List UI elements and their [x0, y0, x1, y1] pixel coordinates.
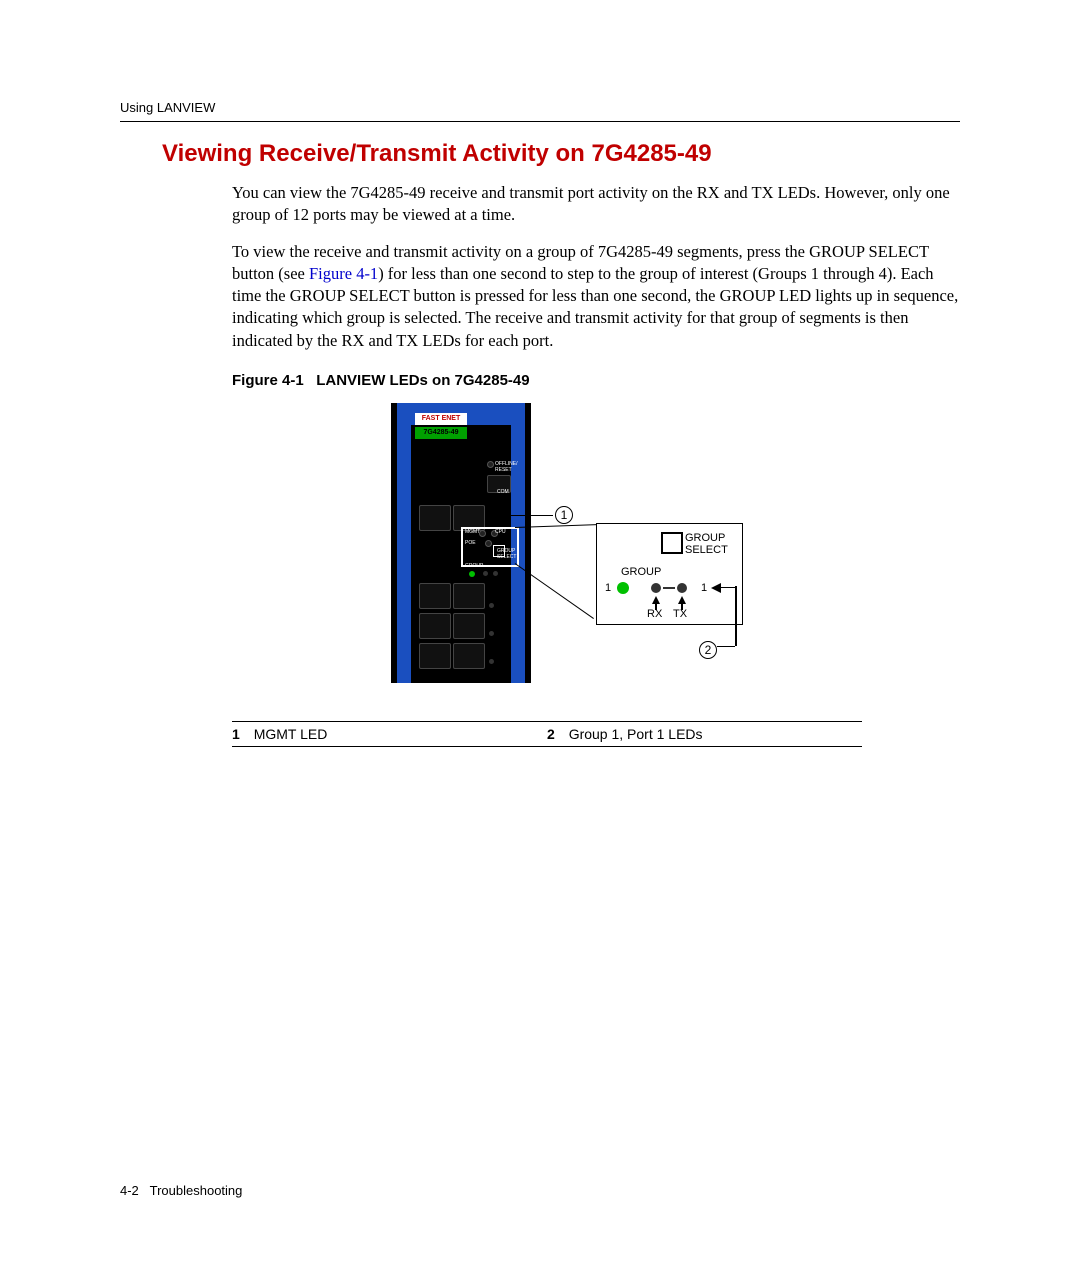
- figure-crossref-link[interactable]: Figure 4-1: [309, 264, 378, 283]
- cpu-label: CPU: [495, 529, 506, 535]
- rj45-port: [419, 643, 451, 669]
- balloon-2: 2: [699, 641, 717, 659]
- com-label: COM: [497, 489, 509, 495]
- mgmt-label: MGMT: [465, 529, 480, 535]
- rj45-port: [419, 505, 451, 531]
- arrow-up-icon: [652, 596, 660, 604]
- group-number-left: 1: [605, 582, 611, 594]
- arrow-left-icon: [711, 583, 721, 593]
- figure-legend: 1 MGMT LED 2 Group 1, Port 1 LEDs: [232, 721, 862, 747]
- page-footer: 4-2 Troubleshooting: [120, 1183, 242, 1198]
- figure-caption-number: Figure 4-1: [232, 372, 304, 389]
- switch-module: FAST ENET 7G4285-49 OFFLINE/ RESET COM M…: [391, 403, 531, 683]
- poe-led: [485, 540, 492, 547]
- port-number-right: 1: [701, 582, 707, 594]
- figure-caption-title: LANVIEW LEDs on 7G4285-49: [316, 372, 529, 389]
- page-number: 4-2: [120, 1183, 139, 1198]
- rj45-port: [453, 613, 485, 639]
- body-text: You can view the 7G4285-49 receive and t…: [232, 182, 960, 352]
- legend-item-2: 2 Group 1, Port 1 LEDs: [547, 726, 862, 742]
- rx-led: [651, 583, 661, 593]
- arrow-up-icon: [678, 596, 686, 604]
- group-select-label-small: GROUP SELECT: [497, 548, 516, 560]
- running-header: Using LANVIEW: [120, 100, 960, 122]
- group-label: GROUP: [621, 566, 661, 578]
- model-label: 7G4285-49: [415, 427, 467, 439]
- paragraph-1: You can view the 7G4285-49 receive and t…: [232, 182, 960, 227]
- callout-line: [717, 646, 735, 648]
- tx-label: TX: [673, 608, 687, 620]
- figure-diagram: FAST ENET 7G4285-49 OFFLINE/ RESET COM M…: [391, 403, 801, 703]
- group-label-small: GROUP: [465, 563, 483, 569]
- led-row: [483, 571, 498, 576]
- rj45-port: [453, 583, 485, 609]
- led-connector: [663, 587, 675, 589]
- rj45-port: [453, 643, 485, 669]
- tx-led: [677, 583, 687, 593]
- paragraph-2: To view the receive and transmit activit…: [232, 241, 960, 352]
- group-led-green-zoom: [617, 582, 629, 594]
- group-led-green: [469, 571, 475, 577]
- legend-text-1: MGMT LED: [254, 726, 328, 742]
- balloon-1: 1: [555, 506, 573, 524]
- rx-label: RX: [647, 608, 662, 620]
- rj45-port: [419, 583, 451, 609]
- group-select-label: GROUP SELECT: [685, 532, 728, 556]
- footer-chapter: Troubleshooting: [150, 1183, 243, 1198]
- section-heading: Viewing Receive/Transmit Activity on 7G4…: [162, 140, 960, 168]
- legend-item-1: 1 MGMT LED: [232, 726, 547, 742]
- legend-num-2: 2: [547, 726, 555, 742]
- rj45-port: [419, 613, 451, 639]
- callout-line: [735, 586, 737, 646]
- mgmt-led: [479, 530, 486, 537]
- offline-reset-label: OFFLINE/ RESET: [495, 461, 518, 473]
- fast-enet-label: FAST ENET: [415, 413, 467, 425]
- figure-caption: Figure 4-1 LANVIEW LEDs on 7G4285-49: [232, 372, 960, 389]
- offline-reset-led: [487, 461, 494, 468]
- callout-line: [509, 515, 553, 516]
- legend-text-2: Group 1, Port 1 LEDs: [569, 726, 703, 742]
- zoom-inset: GROUP SELECT GROUP 1 1 RX TX: [596, 523, 743, 625]
- legend-num-1: 1: [232, 726, 240, 742]
- poe-label: POE: [465, 540, 476, 546]
- group-select-button-zoom: [661, 532, 683, 554]
